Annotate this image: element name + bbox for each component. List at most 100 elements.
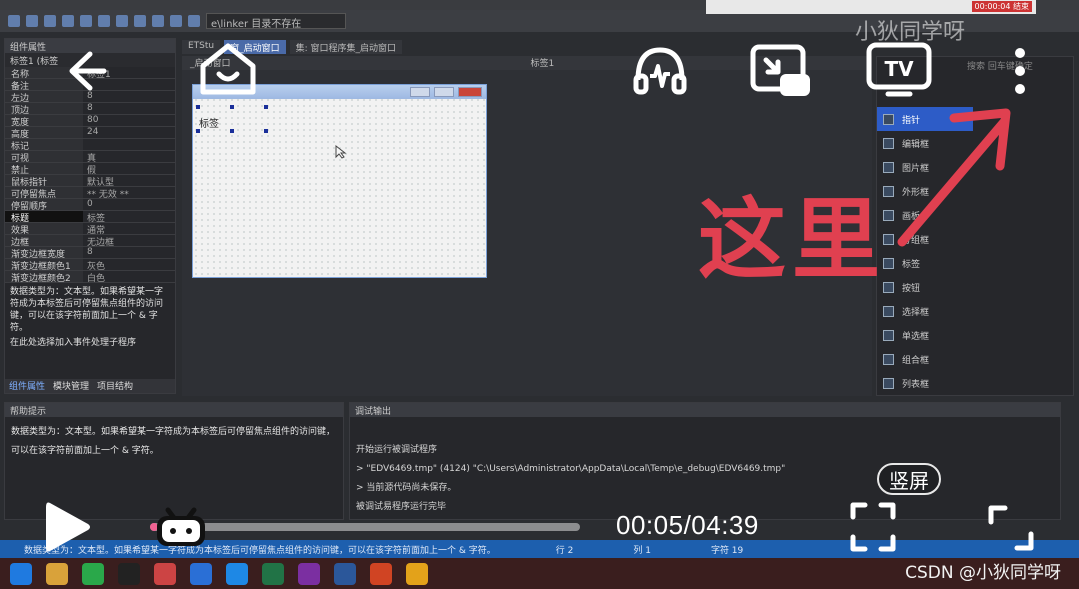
picture-in-picture-icon[interactable]: [750, 44, 812, 98]
toolbox-item-label: 编辑框: [902, 139, 930, 150]
property-row: 顶边 8: [5, 103, 175, 115]
form-window: 标签: [192, 84, 487, 278]
toolbox-item: 外形框: [877, 179, 1073, 203]
play-icon[interactable]: [40, 496, 94, 558]
audio-headphones-icon[interactable]: [632, 44, 688, 98]
property-value: 无边框: [87, 238, 115, 246]
toolbox-item-label: 单选框: [902, 331, 930, 342]
property-key: 渐变边框宽度: [5, 247, 83, 258]
toolbar-icon: [44, 15, 56, 27]
expand-icon[interactable]: [986, 502, 1036, 554]
toolbox-item-icon: [883, 137, 894, 149]
property-key: 可视: [5, 151, 83, 162]
back-arrow-icon[interactable]: [58, 44, 112, 98]
toolbox-item: 选择框: [877, 299, 1073, 323]
property-value: 标签: [87, 214, 106, 222]
toolbox-item-label: 指针: [902, 115, 921, 126]
property-value: 白色: [87, 274, 106, 282]
toolbox-list: 指针 编辑框 图片框 外形框 画板 分组框 标签 按钮 选择框 单选框 组合框 列表框: [877, 73, 1073, 395]
property-key: 渐变边框颜色1: [5, 259, 83, 270]
taskbar-app-icon: [334, 562, 356, 585]
status-col: 列 1: [633, 545, 651, 556]
property-key: 标题: [5, 211, 83, 222]
property-row: 可视真: [5, 151, 175, 163]
property-row: 边框 无边框: [5, 235, 175, 247]
property-row: 鼠标指针 默认型: [5, 175, 175, 187]
form-label-control: 标签: [199, 119, 219, 130]
taskbar-app-icon: [370, 562, 392, 585]
progress-thumb-icon[interactable]: [154, 502, 208, 552]
debug-panel: 调试输出 开始运行被调试程序 > "EDV6469.tmp" (4124) "C…: [349, 402, 1061, 520]
selection-handle: [196, 105, 200, 109]
tv-cast-icon[interactable]: TV: [866, 42, 932, 98]
toolbox-item-label: 图片框: [902, 163, 930, 174]
toolbox-item-label: 选择框: [902, 307, 930, 318]
fullscreen-icon[interactable]: [848, 500, 898, 554]
start-icon: [10, 562, 32, 585]
toolbox-item-label: 标签: [902, 259, 921, 270]
property-value: 真: [87, 154, 97, 162]
property-row: 渐变边框颜色1 灰色: [5, 259, 175, 271]
toolbox-item: 编辑框: [877, 131, 1073, 155]
property-row: 可停留焦点 ** 无效 **: [5, 187, 175, 199]
property-list: 名称 标签1 备注 左边 8 顶边 8 宽度 80 高度 24 标记 可视真禁止假鼠标指针 默认型 可停留焦…: [5, 67, 175, 283]
toolbar-icon: [98, 15, 110, 27]
selection-handle: [264, 105, 268, 109]
toolbox-item: 指针: [877, 107, 973, 131]
property-row: 停留顺序 0: [5, 199, 175, 211]
minimize-icon: [410, 87, 430, 97]
property-key: 渐变边框颜色2: [5, 271, 83, 282]
property-key: 顶边: [5, 103, 83, 114]
property-value: 0: [87, 199, 93, 209]
property-value: 80: [87, 115, 99, 125]
toolbar-icon: [26, 15, 38, 27]
toolbox-item-icon: [883, 353, 894, 365]
debug-toolbar: [350, 417, 1060, 441]
svg-text:TV: TV: [884, 57, 914, 81]
doc-tab-window-assembly: 集: 窗口程序集_启动窗口: [289, 40, 403, 54]
toolbar-icon: [62, 15, 74, 27]
tab-module-manage: 模块管理: [53, 382, 90, 392]
toolbox-item: 画板: [877, 203, 1073, 227]
debug-line: 开始运行被调试程序: [356, 445, 438, 455]
toolbar-icon: [170, 15, 182, 27]
toolbox-item-icon: [883, 377, 894, 389]
screen-recorder-bar: 00:00:04 结束: [706, 0, 1036, 14]
toolbar-icon: [152, 15, 164, 27]
taskbar-app-icon: [298, 562, 320, 585]
property-key: 边框: [5, 235, 83, 246]
playback-time: 00:05/04:39: [616, 510, 759, 540]
component-toolbox: 搜索 回车键确定 指针 编辑框 图片框 外形框 画板 分组框 标签 按钮 选择框 单选框 组合框 列表…: [876, 56, 1074, 396]
home-icon[interactable]: [196, 40, 260, 98]
help-panel-title: 帮助提示: [5, 403, 343, 417]
debug-line: > 当前源代码尚未保存。: [356, 483, 457, 493]
property-row: 标题 标签: [5, 211, 175, 223]
toolbar-icon: [8, 15, 20, 27]
property-row: 渐变边框宽度 8: [5, 247, 175, 259]
toolbox-item-label: 分组框: [902, 235, 930, 246]
toolbox-item-icon: [883, 161, 894, 173]
property-key: 高度: [5, 127, 83, 138]
selection-handle: [230, 129, 234, 133]
debug-line: > "EDV6469.tmp" (4124) "C:\Users\Adminis…: [356, 464, 786, 474]
property-value: [83, 139, 175, 150]
vertical-screen-button[interactable]: 竖屏: [877, 463, 941, 495]
annotation-text: 这里: [698, 188, 887, 291]
toolbar-combo: e\linker 目录不存在: [206, 13, 346, 29]
toolbox-item-icon: [883, 305, 894, 317]
taskbar-app-icon: [262, 562, 284, 585]
property-row: 禁止假: [5, 163, 175, 175]
toolbox-item-label: 按钮: [902, 283, 921, 294]
design-component-combo: 标签1: [530, 59, 555, 69]
property-key: 可停留焦点: [5, 187, 83, 198]
taskbar-app-icon: [226, 562, 248, 585]
property-value: 24: [87, 127, 99, 137]
progress-bar[interactable]: [150, 523, 580, 531]
event-hint: 在此处选择加入事件处理子程序: [10, 338, 137, 348]
toolbox-item: 单选框: [877, 323, 1073, 347]
property-key: 标记: [5, 139, 83, 150]
property-key: 鼠标指针: [5, 175, 83, 186]
more-vertical-icon[interactable]: [1006, 44, 1034, 98]
property-row: 宽度 80: [5, 115, 175, 127]
toolbox-item: 标签: [877, 251, 1073, 275]
